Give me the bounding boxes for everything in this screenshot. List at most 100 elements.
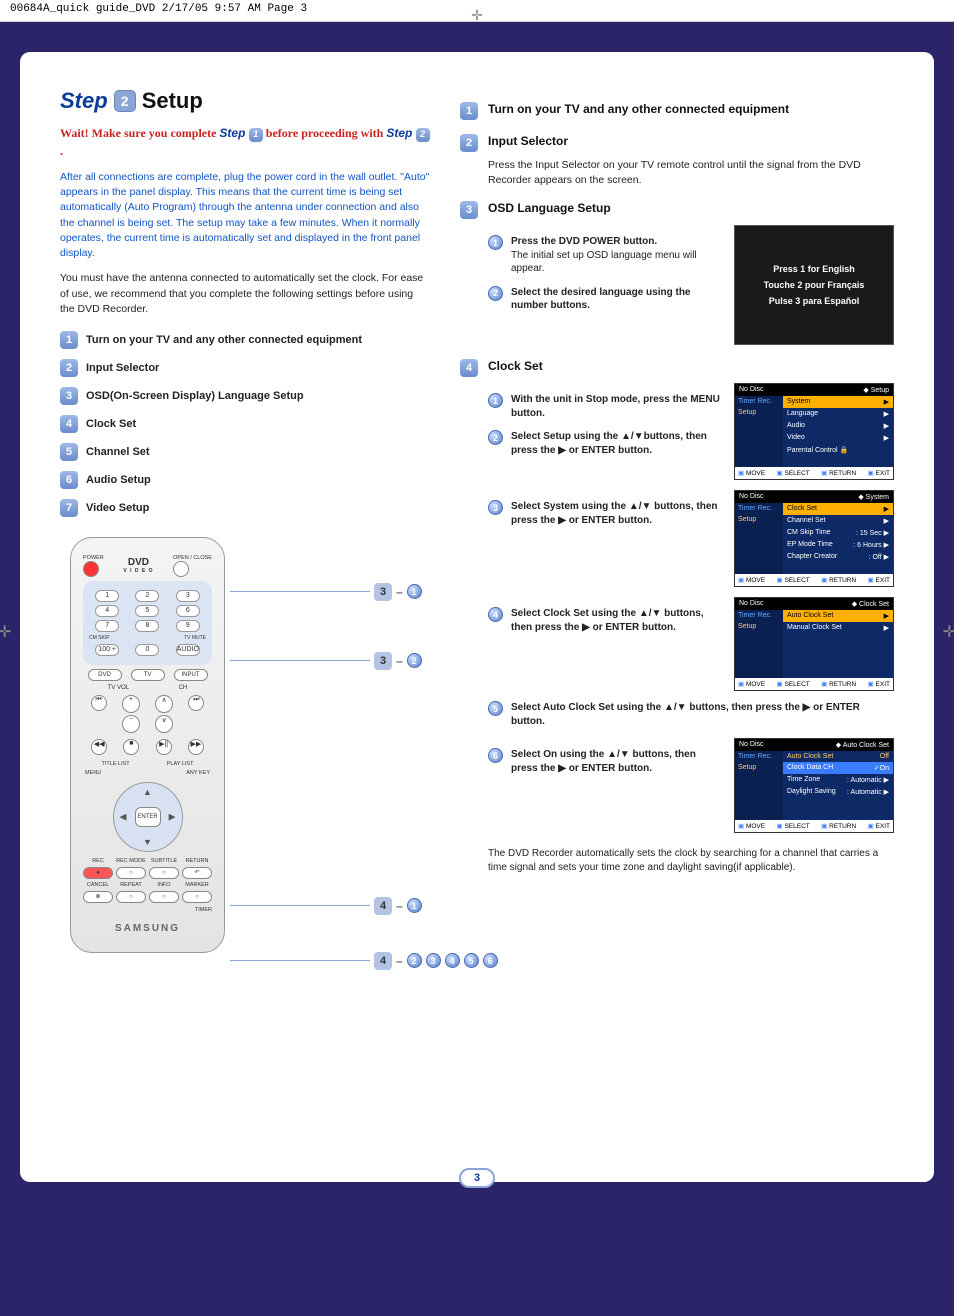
- page-number: 3: [459, 1168, 495, 1188]
- info-button: ○: [149, 891, 179, 903]
- dvd-mode-button: DVD: [88, 669, 122, 681]
- remote-control: POWER DVDV I D E O OPEN / CLOSE 123 456 …: [70, 537, 225, 953]
- checklist-item: 4 Clock Set: [60, 415, 430, 433]
- section-1: 1 Turn on your TV and any other connecte…: [460, 102, 894, 120]
- checklist-item: 2 Input Selector: [60, 359, 430, 377]
- checklist-item: 7 Video Setup: [60, 499, 430, 517]
- checklist-badge: 5: [60, 443, 78, 461]
- osd-system-screen: No Disc◆ SystemTimer Rec.SetupClock Set▶…: [734, 490, 894, 587]
- rec-button: ●: [83, 867, 113, 879]
- content-card: Step 2 Setup Wait! Make sure you complet…: [20, 52, 934, 1182]
- vol-up-button: +: [122, 695, 140, 713]
- checklist: 1Turn on your TV and any other connected…: [60, 331, 430, 517]
- cancel-button: ⊗: [83, 891, 113, 903]
- checklist-badge: 6: [60, 471, 78, 489]
- black-paragraph: You must have the antenna connected to a…: [60, 271, 430, 317]
- open-close-button: [173, 561, 189, 577]
- subtitle-button: ○: [149, 867, 179, 879]
- right-arrow-icon: ▶: [169, 811, 176, 822]
- checklist-item: 1Turn on your TV and any other connected…: [60, 331, 430, 349]
- wait-step2: Step 2: [386, 126, 429, 140]
- ch-up-button: ∧: [155, 695, 173, 713]
- num-button: 8: [135, 620, 159, 632]
- open-close-label: OPEN / CLOSE: [173, 555, 212, 561]
- checklist-badge: 4: [60, 415, 78, 433]
- dvd-logo: DVDV I D E O: [123, 557, 153, 574]
- osd-setup-screen: No Disc◆ SetupTimer Rec.SetupSystem▶Lang…: [734, 383, 894, 480]
- left-arrow-icon: ◀: [120, 811, 127, 822]
- osd-language-screen: Press 1 for English Touche 2 pour França…: [734, 225, 894, 345]
- num-button: 0: [135, 644, 159, 656]
- section-3-title: OSD Language Setup: [488, 201, 611, 215]
- section-2-body: Press the Input Selector on your TV remo…: [488, 158, 894, 187]
- rewind-button: ◀◀: [91, 739, 107, 755]
- s4-sub1: 1With the unit in Stop mode, press the M…: [488, 393, 720, 420]
- return-button: ↶: [182, 867, 212, 879]
- registration-mark-left: ✛: [0, 622, 11, 642]
- num-button: 7: [95, 620, 119, 632]
- tvvol-label: TV VOL: [108, 685, 129, 691]
- next-track-button: ⏭: [188, 695, 204, 711]
- timer-label: TIMER: [83, 907, 212, 913]
- step-word: Step: [60, 88, 108, 114]
- num-button: 3: [176, 590, 200, 602]
- checklist-badge: 1: [60, 331, 78, 349]
- step-number-badge: 2: [114, 90, 136, 112]
- print-header-text: 00684A_quick guide_DVD 2/17/05 9:57 AM P…: [10, 3, 307, 15]
- callout-3-1: 3 – 1: [230, 583, 422, 601]
- up-arrow-icon: ▲: [143, 787, 152, 797]
- s4-sub5: 5 Select Auto Clock Set using the ▲/▼ bu…: [488, 701, 894, 728]
- checklist-badge: 2: [60, 359, 78, 377]
- checklist-item: 6 Audio Setup: [60, 471, 430, 489]
- stop-button: ■: [123, 739, 139, 755]
- audio-button: AUDIO: [176, 644, 200, 656]
- prev-track-button: ⏮: [91, 695, 107, 711]
- checklist-text: Video Setup: [86, 502, 149, 514]
- osd-autoclock-screen: No Disc◆ Auto Clock SetTimer Rec.SetupAu…: [734, 738, 894, 833]
- brand-label: SAMSUNG: [83, 923, 212, 934]
- checklist-text: Clock Set: [86, 418, 136, 430]
- s4-sub4: 4Select Clock Set using the ▲/▼ buttons,…: [488, 607, 720, 634]
- num-button: 4: [95, 605, 119, 617]
- s3-sub2: 2 Select the desired language using the …: [488, 286, 720, 313]
- checklist-text: Input Selector: [86, 362, 159, 374]
- hundred-button: 100 +: [95, 644, 119, 656]
- step-setup-title: Setup: [142, 88, 203, 114]
- checklist-text: Audio Setup: [86, 474, 151, 486]
- d-pad: ▲ ▼ ◀ ▶ ENTER: [113, 782, 183, 852]
- down-arrow-icon: ▼: [143, 837, 152, 847]
- section-1-title: Turn on your TV and any other connected …: [488, 102, 789, 116]
- ch-label: CH: [179, 685, 188, 691]
- wait-prefix: Wait! Make sure you complete: [60, 126, 219, 140]
- number-pad: 123 456 789 CM SKIPTV MUTE 100 +0AUDIO: [83, 581, 212, 665]
- section-4: 4 Clock Set: [460, 359, 894, 377]
- s4-sub6: 6Select On using the ▲/▼ buttons, then p…: [488, 748, 720, 775]
- left-column: Step 2 Setup Wait! Make sure you complet…: [60, 88, 430, 1152]
- num-button: 6: [176, 605, 200, 617]
- wait-mid: before proceeding with: [266, 126, 387, 140]
- right-column: 1 Turn on your TV and any other connecte…: [460, 88, 894, 1152]
- callout-4-multi: 4 – 2 3 4 5 6: [230, 952, 498, 970]
- power-button: [83, 561, 99, 577]
- num-button: 1: [95, 590, 119, 602]
- repeat-button: ○: [116, 891, 146, 903]
- checklist-badge: 7: [60, 499, 78, 517]
- input-button: INPUT: [174, 669, 208, 681]
- blue-paragraph: After all connections are complete, plug…: [60, 170, 430, 261]
- section-2: 2 Input Selector: [460, 134, 894, 152]
- s3-sub1: 1 Press the DVD POWER button.The initial…: [488, 235, 720, 276]
- section-2-title: Input Selector: [488, 134, 568, 148]
- wait-warning: Wait! Make sure you complete Step 1 befo…: [60, 124, 430, 160]
- menu-label: MENU: [85, 770, 101, 776]
- wait-step1: Step 1: [219, 126, 262, 140]
- wait-suffix: .: [60, 144, 63, 158]
- tv-mode-button: TV: [131, 669, 165, 681]
- vol-down-button: −: [122, 715, 140, 733]
- s4-sub3: 3Select System using the ▲/▼ buttons, th…: [488, 500, 720, 527]
- num-button: 9: [176, 620, 200, 632]
- checklist-text: OSD(On-Screen Display) Language Setup: [86, 390, 304, 402]
- section-4-title: Clock Set: [488, 359, 543, 373]
- callout-3-2: 3 – 2: [230, 652, 422, 670]
- print-header: 00684A_quick guide_DVD 2/17/05 9:57 AM P…: [0, 0, 954, 22]
- remote-illustration: POWER DVDV I D E O OPEN / CLOSE 123 456 …: [60, 537, 430, 953]
